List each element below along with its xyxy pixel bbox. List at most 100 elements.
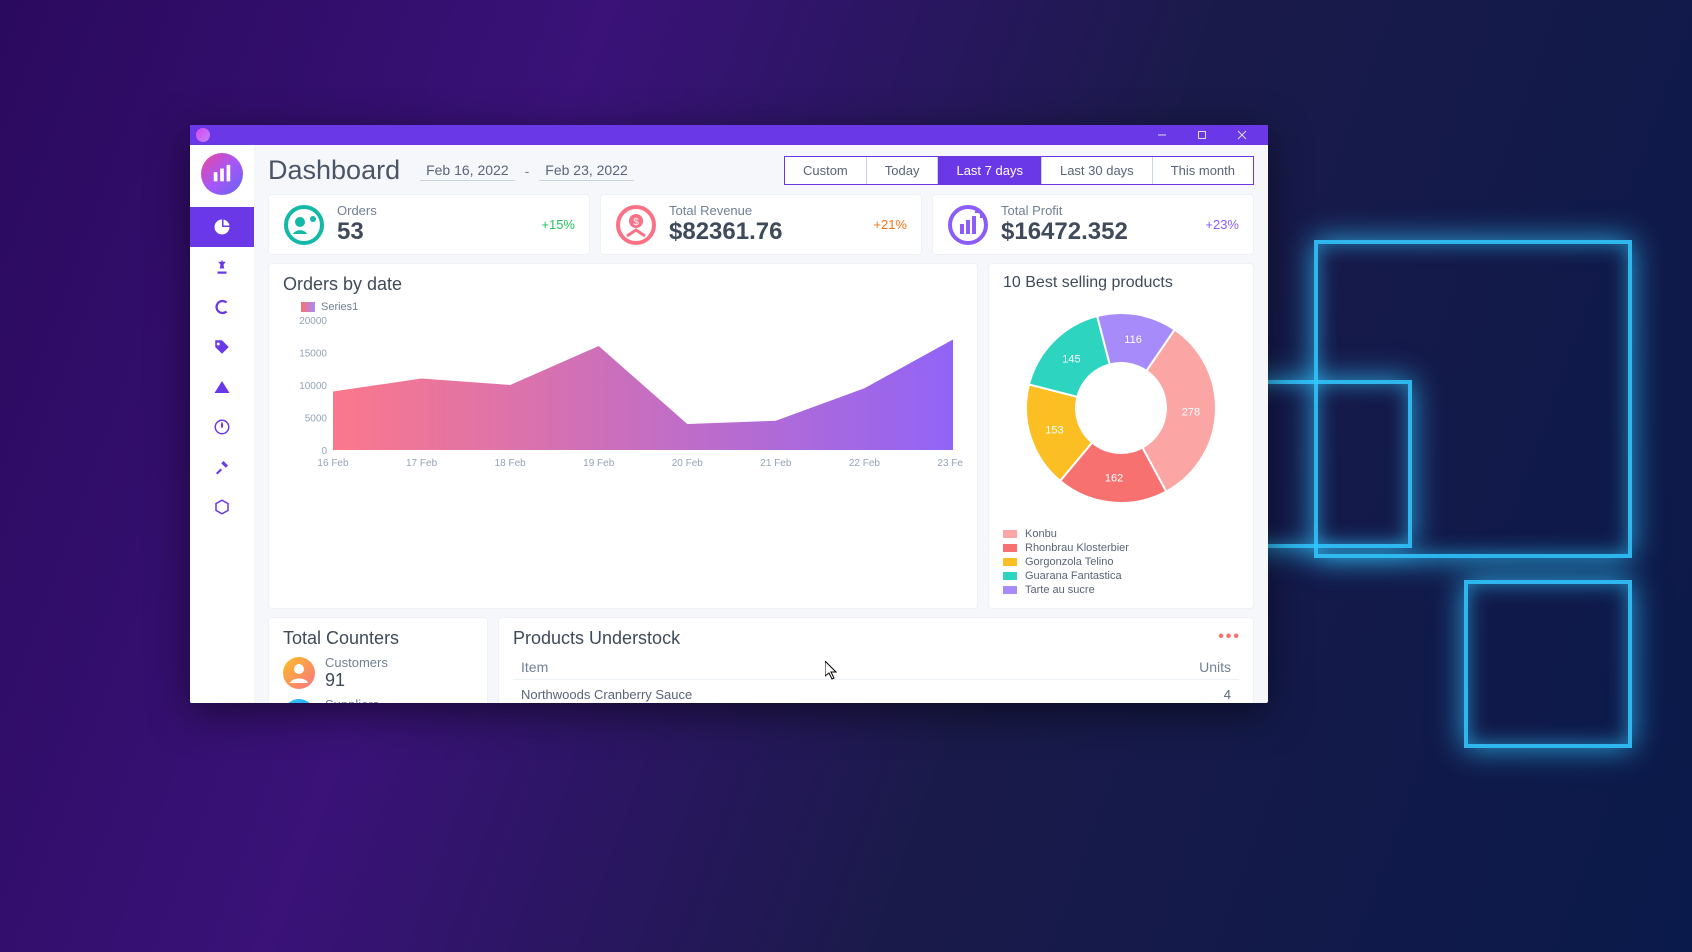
counter-icon xyxy=(283,657,315,689)
understock-row[interactable]: Northwoods Cranberry Sauce 4 xyxy=(513,679,1239,703)
range-btn-today[interactable]: Today xyxy=(866,157,938,184)
counter-suppliers: Suppliers29 xyxy=(283,697,473,703)
svg-text:20 Feb: 20 Feb xyxy=(672,458,704,469)
counter-customers: Customers91 xyxy=(283,655,473,691)
svg-text:18 Feb: 18 Feb xyxy=(495,458,527,469)
legend-swatch-icon xyxy=(1003,544,1017,552)
range-btn-this-month[interactable]: This month xyxy=(1152,157,1253,184)
tag-icon xyxy=(213,338,231,356)
nav-chess[interactable] xyxy=(190,247,254,287)
nav-rebel[interactable] xyxy=(190,407,254,447)
understock-units: 4 xyxy=(1224,687,1231,702)
understock-item: Northwoods Cranberry Sauce xyxy=(521,687,692,702)
understock-head-units: Units xyxy=(1199,659,1231,675)
kpi-label: Total Revenue xyxy=(669,203,782,218)
svg-text:16 Feb: 16 Feb xyxy=(317,458,349,469)
legend-swatch-icon xyxy=(1003,586,1017,594)
rebel-icon xyxy=(213,418,231,436)
date-to-picker[interactable]: Feb 23, 2022 xyxy=(539,160,634,181)
minimize-button[interactable] xyxy=(1142,125,1182,145)
pie-chart-icon xyxy=(213,218,231,236)
nav-mountain[interactable] xyxy=(190,367,254,407)
mountain-icon xyxy=(213,378,231,396)
app-window: Dashboard Feb 16, 2022 - Feb 23, 2022 Cu… xyxy=(190,125,1268,703)
kpi-orders: Orders53 +15% xyxy=(268,194,590,255)
products-understock-card: Products Understock ••• Item Units North… xyxy=(498,617,1254,703)
nav-tag[interactable] xyxy=(190,327,254,367)
legend-swatch-icon xyxy=(1003,530,1017,538)
series1-swatch-icon xyxy=(301,302,315,312)
svg-text:5000: 5000 xyxy=(305,414,328,425)
range-btn-custom[interactable]: Custom xyxy=(785,157,866,184)
kpi-total-revenue: $ Total Revenue$82361.76 +21% xyxy=(600,194,922,255)
kpi-icon xyxy=(283,204,325,246)
counter-value: 91 xyxy=(325,670,388,691)
chess-king-icon xyxy=(213,258,231,276)
donut-title: 10 Best selling products xyxy=(1003,274,1239,292)
nav-c[interactable] xyxy=(190,287,254,327)
svg-text:$: $ xyxy=(633,217,639,228)
counter-icon xyxy=(283,699,315,703)
kpi-delta: +15% xyxy=(541,217,575,232)
kpi-label: Orders xyxy=(337,203,377,218)
legend-swatch-icon xyxy=(1003,572,1017,580)
orders-chart-title: Orders by date xyxy=(283,274,963,295)
svg-text:116: 116 xyxy=(1124,334,1142,346)
range-filter: CustomTodayLast 7 daysLast 30 daysThis m… xyxy=(784,156,1254,185)
close-button[interactable] xyxy=(1222,125,1262,145)
kpi-total-profit: Total Profit$16472.352+23% xyxy=(932,194,1254,255)
range-btn-last-7-days[interactable]: Last 7 days xyxy=(937,157,1041,184)
understock-more-button[interactable]: ••• xyxy=(1218,628,1241,646)
kpi-icon xyxy=(947,204,989,246)
donut-legend-item: Rhonbrau Klosterbier xyxy=(1003,542,1239,554)
nav-tools[interactable] xyxy=(190,447,254,487)
understock-head-item: Item xyxy=(521,659,548,675)
svg-text:22 Feb: 22 Feb xyxy=(849,458,881,469)
kpi-value: $82361.76 xyxy=(669,218,782,246)
letter-c-icon xyxy=(213,298,231,316)
kpi-delta: +21% xyxy=(873,217,907,232)
brand-logo[interactable] xyxy=(201,153,243,195)
svg-text:0: 0 xyxy=(321,446,327,457)
total-counters-card: Total Counters Customers91Suppliers29Pro… xyxy=(268,617,488,703)
orders-area-chart: 0500010000150002000016 Feb17 Feb18 Feb19… xyxy=(283,315,963,470)
hexagon-icon xyxy=(213,498,231,516)
svg-text:145: 145 xyxy=(1062,354,1080,366)
svg-text:10000: 10000 xyxy=(299,381,327,392)
orders-by-date-card: Orders by date Series1 05000100001500020… xyxy=(268,263,978,609)
understock-title: Products Understock xyxy=(513,628,1239,649)
nav-dashboard[interactable] xyxy=(190,207,254,247)
donut-chart: 278 162 153 145 116 xyxy=(1011,298,1231,518)
nav-box[interactable] xyxy=(190,487,254,527)
legend-label: Gorgonzola Telino xyxy=(1025,556,1113,568)
maximize-button[interactable] xyxy=(1182,125,1222,145)
donut-legend-item: Konbu xyxy=(1003,528,1239,540)
svg-text:278: 278 xyxy=(1182,407,1200,419)
series1-label: Series1 xyxy=(321,301,358,313)
svg-text:162: 162 xyxy=(1105,473,1123,485)
date-from-picker[interactable]: Feb 16, 2022 xyxy=(420,160,515,181)
orders-chart-legend: Series1 xyxy=(301,301,963,313)
best-selling-card: 10 Best selling products 278 162 153 145 116… xyxy=(988,263,1254,609)
legend-label: Guarana Fantastica xyxy=(1025,570,1122,582)
svg-text:153: 153 xyxy=(1045,425,1063,437)
kpi-value: 53 xyxy=(337,218,377,246)
range-btn-last-30-days[interactable]: Last 30 days xyxy=(1041,157,1152,184)
kpi-icon: $ xyxy=(615,204,657,246)
date-separator: - xyxy=(525,163,530,179)
svg-text:19 Feb: 19 Feb xyxy=(583,458,615,469)
svg-text:17 Feb: 17 Feb xyxy=(406,458,438,469)
bars-icon xyxy=(211,163,233,185)
sidebar xyxy=(190,145,254,703)
titlebar[interactable] xyxy=(190,125,1268,145)
donut-legend-item: Guarana Fantastica xyxy=(1003,570,1239,582)
donut-legend: Konbu Rhonbrau Klosterbier Gorgonzola Teli… xyxy=(1003,528,1239,596)
svg-text:20000: 20000 xyxy=(299,316,327,327)
kpi-delta: +23% xyxy=(1205,217,1239,232)
svg-text:21 Feb: 21 Feb xyxy=(760,458,792,469)
counter-label: Customers xyxy=(325,655,388,670)
legend-label: Rhonbrau Klosterbier xyxy=(1025,542,1129,554)
counters-title: Total Counters xyxy=(283,628,473,649)
kpi-label: Total Profit xyxy=(1001,203,1128,218)
titlebar-logo-icon xyxy=(196,128,210,142)
